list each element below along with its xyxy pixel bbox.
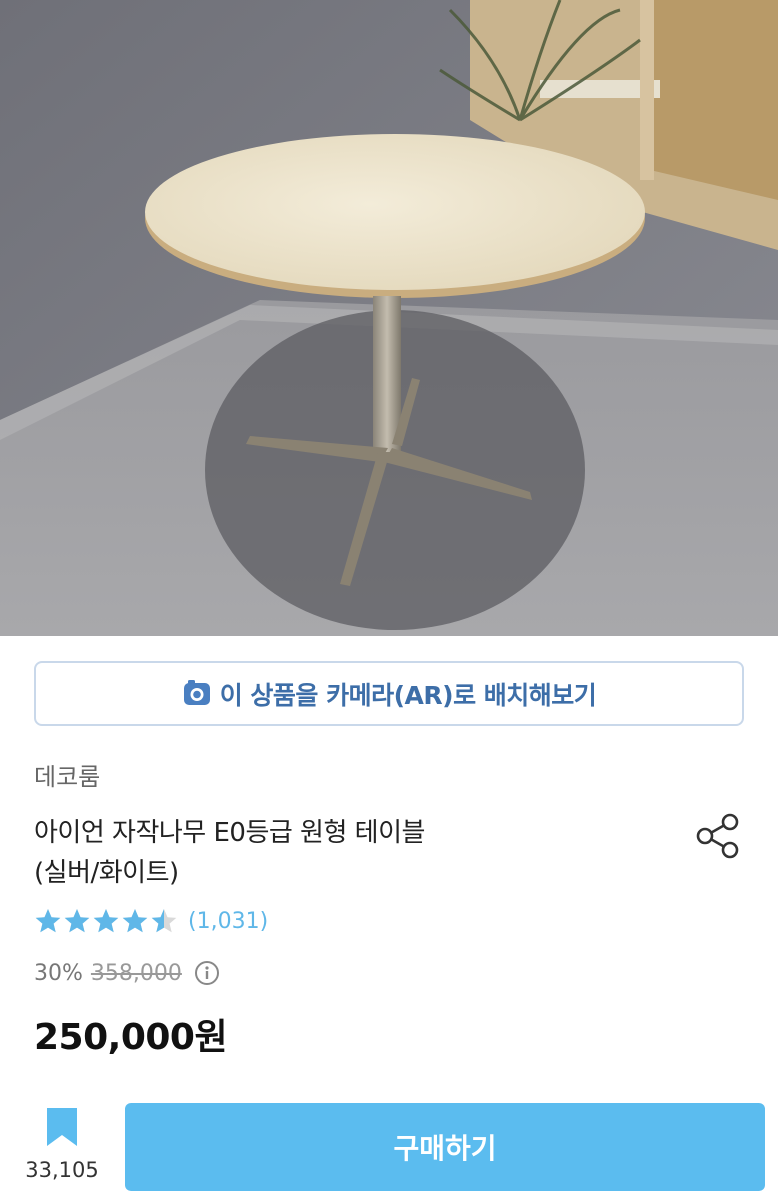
star-icon (92, 907, 120, 935)
bookmark-icon (47, 1108, 77, 1146)
bookmark-button[interactable]: 33,105 (22, 1106, 102, 1190)
product-title: 아이언 자작나무 E0등급 원형 테이블 (실버/화이트) (34, 813, 634, 893)
share-button[interactable] (692, 810, 744, 862)
rating[interactable]: (1,031) (34, 904, 268, 938)
star-icon (121, 907, 149, 935)
bookmark-count: 33,105 (25, 1158, 99, 1182)
discount-row: 30% 358,000 (34, 960, 220, 986)
ar-view-label: 이 상품을 카메라(AR)로 배치해보기 (219, 680, 597, 710)
sale-price: 250,000원 (34, 1017, 228, 1058)
ar-view-button[interactable]: 이 상품을 카메라(AR)로 배치해보기 (34, 661, 744, 726)
product-image (0, 0, 778, 636)
star-rating (34, 907, 178, 935)
star-icon (63, 907, 91, 935)
camera-icon (182, 679, 212, 709)
brand-name[interactable]: 데코룸 (34, 757, 100, 792)
product-title-line1: 아이언 자작나무 E0등급 원형 테이블 (34, 818, 425, 848)
product-title-line2: (실버/화이트) (34, 858, 179, 888)
star-icon (150, 907, 178, 935)
review-count[interactable]: (1,031) (188, 909, 268, 934)
buy-button[interactable]: 구매하기 (125, 1103, 765, 1191)
original-price: 358,000 (90, 960, 182, 986)
discount-rate: 30% (34, 960, 83, 986)
share-icon (696, 813, 739, 859)
star-icon (34, 907, 62, 935)
info-icon[interactable] (194, 960, 220, 986)
